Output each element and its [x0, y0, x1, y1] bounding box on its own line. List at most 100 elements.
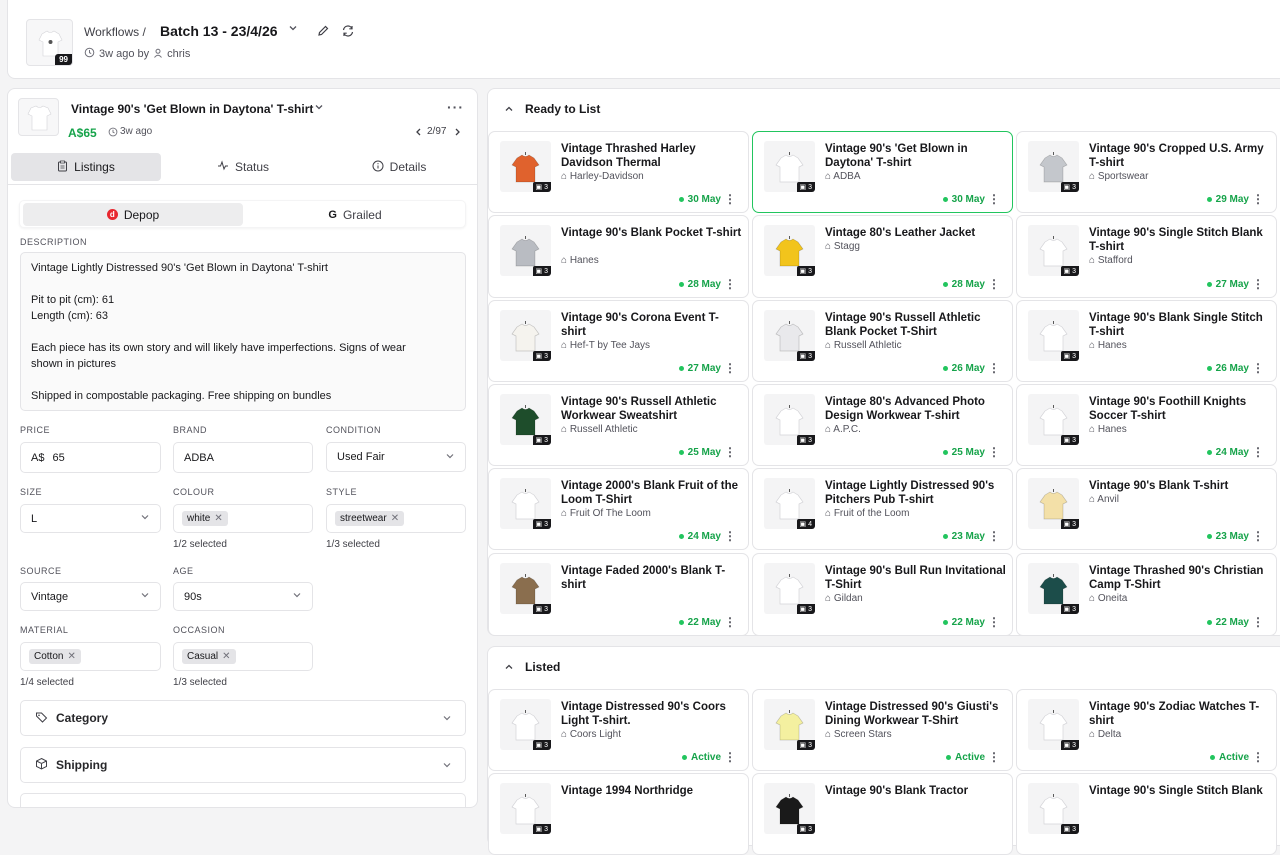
next-item-chevron-right-icon[interactable] [453, 126, 462, 140]
remove-chip-icon[interactable]: ✕ [214, 513, 222, 524]
source-select[interactable]: Vintage [20, 582, 161, 611]
listing-title: Vintage Distressed 90's Giusti's Dining … [825, 701, 999, 727]
chevron-down-icon[interactable] [288, 23, 298, 36]
breadcrumb-workflows[interactable]: Workflows / [84, 25, 146, 39]
listing-card[interactable]: ▣ 3 Vintage Thrashed 90's Christian Camp… [1016, 553, 1277, 636]
listing-card[interactable]: ▣ 3 Vintage 90's Blank T-shirt ⌂ Anvil 2… [1016, 468, 1277, 550]
more-options-icon[interactable]: ··· [447, 99, 464, 115]
more-vertical-icon[interactable]: ⋮ [988, 192, 1000, 206]
description-textarea[interactable]: Vintage Lightly Distressed 90's 'Get Blo… [20, 252, 466, 411]
more-vertical-icon[interactable]: ⋮ [724, 445, 736, 459]
listing-card[interactable]: ▣ 3 Vintage 90's Blank Single Stitch T-s… [1016, 300, 1277, 382]
refresh-icon[interactable] [341, 24, 355, 41]
age-select[interactable]: 90s [173, 582, 313, 611]
prev-item-chevron-left-icon[interactable] [414, 126, 423, 140]
tab-listings[interactable]: Listings [11, 153, 161, 181]
listing-card[interactable]: ▣ 3 Vintage Thrashed Harley Davidson The… [488, 131, 749, 213]
listing-date: Active [681, 752, 721, 763]
listing-card[interactable]: ▣ 3 Vintage 90's Cropped U.S. Army T-shi… [1016, 131, 1277, 213]
listing-date-label: 30 May [951, 194, 985, 205]
remove-chip-icon[interactable]: ✕ [67, 651, 75, 662]
colour-multiselect[interactable]: white ✕ [173, 504, 313, 533]
more-vertical-icon[interactable]: ⋮ [724, 361, 736, 375]
image-count: 3 [1072, 437, 1076, 444]
more-vertical-icon[interactable]: ⋮ [1252, 750, 1264, 764]
collapse-chevron-up-icon[interactable] [504, 103, 514, 117]
more-vertical-icon[interactable]: ⋮ [988, 529, 1000, 543]
listing-card[interactable]: ▣ 3 Vintage 90's Corona Event T-shirt ⌂ … [488, 300, 749, 382]
size-select[interactable]: L [20, 504, 161, 533]
listing-card[interactable]: ▣ 3 Vintage 90's 'Get Blown in Daytona' … [752, 131, 1013, 213]
listing-card[interactable]: ▣ 3 Vintage 90's Foothill Knights Soccer… [1016, 384, 1277, 466]
more-vertical-icon[interactable]: ⋮ [1252, 277, 1264, 291]
batch-title[interactable]: Batch 13 - 23/4/26 [160, 23, 278, 39]
listing-card[interactable]: ▣ 3 Vintage 1994 Northridge [488, 773, 749, 855]
remove-chip-icon[interactable]: ✕ [222, 651, 230, 662]
listing-card[interactable]: ▣ 3 Vintage Distressed 90's Coors Light … [488, 689, 749, 771]
platform-depop-label: Depop [123, 207, 160, 222]
more-vertical-icon[interactable]: ⋮ [1252, 361, 1264, 375]
item-title-chevron-down-icon[interactable] [314, 101, 324, 115]
listing-card[interactable]: ▣ 3 Vintage Distressed 90's Giusti's Din… [752, 689, 1013, 771]
listing-card[interactable]: ▣ 3 Vintage 90's Bull Run Invitational T… [752, 553, 1013, 636]
listing-card[interactable]: ▣ 3 Vintage 90's Zodiac Watches T-shirt … [1016, 689, 1277, 771]
platform-depop[interactable]: d Depop [23, 203, 243, 226]
more-vertical-icon[interactable]: ⋮ [988, 445, 1000, 459]
listing-card[interactable]: ▣ 4 Vintage Lightly Distressed 90's Pitc… [752, 468, 1013, 550]
more-vertical-icon[interactable]: ⋮ [724, 277, 736, 291]
image-count-badge: ▣ 3 [532, 351, 551, 361]
style-multiselect[interactable]: streetwear ✕ [326, 504, 466, 533]
condition-select[interactable]: Used Fair [326, 442, 466, 472]
more-vertical-icon[interactable]: ⋮ [724, 750, 736, 764]
listing-card[interactable]: ▣ 3 Vintage 90's Blank Tractor [752, 773, 1013, 855]
listing-title: Vintage 90's Corona Event T-shirt [561, 312, 719, 338]
listing-card[interactable]: ▣ 3 Vintage 2000's Blank Fruit of the Lo… [488, 468, 749, 550]
description-line: shown in pictures [31, 358, 116, 370]
more-vertical-icon[interactable]: ⋮ [988, 750, 1000, 764]
batch-user[interactable]: chris [167, 48, 190, 60]
listed-section-title[interactable]: Listed [525, 660, 560, 674]
more-vertical-icon[interactable]: ⋮ [724, 192, 736, 206]
image-count: 3 [808, 742, 812, 749]
item-title[interactable]: Vintage 90's 'Get Blown in Daytona' T-sh… [71, 102, 313, 116]
listing-card[interactable]: ▣ 3 Vintage 90's Russell Athletic Blank … [752, 300, 1013, 382]
tab-status[interactable]: Status [168, 153, 318, 181]
more-vertical-icon[interactable]: ⋮ [988, 615, 1000, 629]
more-vertical-icon[interactable]: ⋮ [1252, 529, 1264, 543]
more-vertical-icon[interactable]: ⋮ [724, 529, 736, 543]
more-vertical-icon[interactable]: ⋮ [1252, 445, 1264, 459]
more-vertical-icon[interactable]: ⋮ [988, 361, 1000, 375]
listing-card[interactable]: ▣ 3 Vintage 90's Single Stitch Blank T-s… [1016, 215, 1277, 298]
more-vertical-icon[interactable]: ⋮ [1252, 615, 1264, 629]
material-multiselect[interactable]: Cotton ✕ [20, 642, 161, 671]
listing-card[interactable]: ▣ 3 Vintage 90's Russell Athletic Workwe… [488, 384, 749, 466]
listing-card[interactable]: ▣ 3 Vintage 80's Advanced Photo Design W… [752, 384, 1013, 466]
ready-section-title[interactable]: Ready to List [525, 102, 600, 116]
platform-grailed[interactable]: G Grailed [246, 203, 464, 226]
listing-card[interactable]: ▣ 3 Vintage 90's Single Stitch Blank [1016, 773, 1277, 855]
listing-card[interactable]: ▣ 3 Vintage 80's Leather Jacket ⌂ Stagg … [752, 215, 1013, 298]
next-accordion[interactable] [20, 793, 466, 807]
image-count: 3 [544, 268, 548, 275]
collapse-chevron-up-icon[interactable] [504, 661, 514, 675]
price-input[interactable]: A$ 65 [20, 442, 161, 473]
batch-thumbnail[interactable]: 99 [26, 19, 73, 66]
listing-brand: ⌂ Stafford [1089, 255, 1133, 266]
shipping-accordion[interactable]: Shipping [20, 747, 466, 783]
occasion-multiselect[interactable]: Casual ✕ [173, 642, 313, 671]
item-thumbnail[interactable] [18, 98, 59, 136]
listing-date-label: 25 May [687, 447, 721, 458]
more-vertical-icon[interactable]: ⋮ [1252, 192, 1264, 206]
listing-card[interactable]: ▣ 3 Vintage Faded 2000's Blank T-shirt 2… [488, 553, 749, 636]
more-vertical-icon[interactable]: ⋮ [724, 615, 736, 629]
remove-chip-icon[interactable]: ✕ [391, 513, 399, 524]
listing-title: Vintage 90's Bull Run Invitational T-Shi… [825, 565, 1006, 591]
brand-input[interactable]: ADBA [173, 442, 313, 473]
tab-details[interactable]: Details [324, 153, 474, 181]
image-count: 3 [544, 437, 548, 444]
occasion-label: OCCASION [173, 625, 226, 635]
category-accordion[interactable]: Category [20, 700, 466, 736]
more-vertical-icon[interactable]: ⋮ [988, 277, 1000, 291]
edit-pencil-icon[interactable] [316, 24, 330, 41]
listing-card[interactable]: ▣ 3 Vintage 90's Blank Pocket T-shirt ⌂ … [488, 215, 749, 298]
